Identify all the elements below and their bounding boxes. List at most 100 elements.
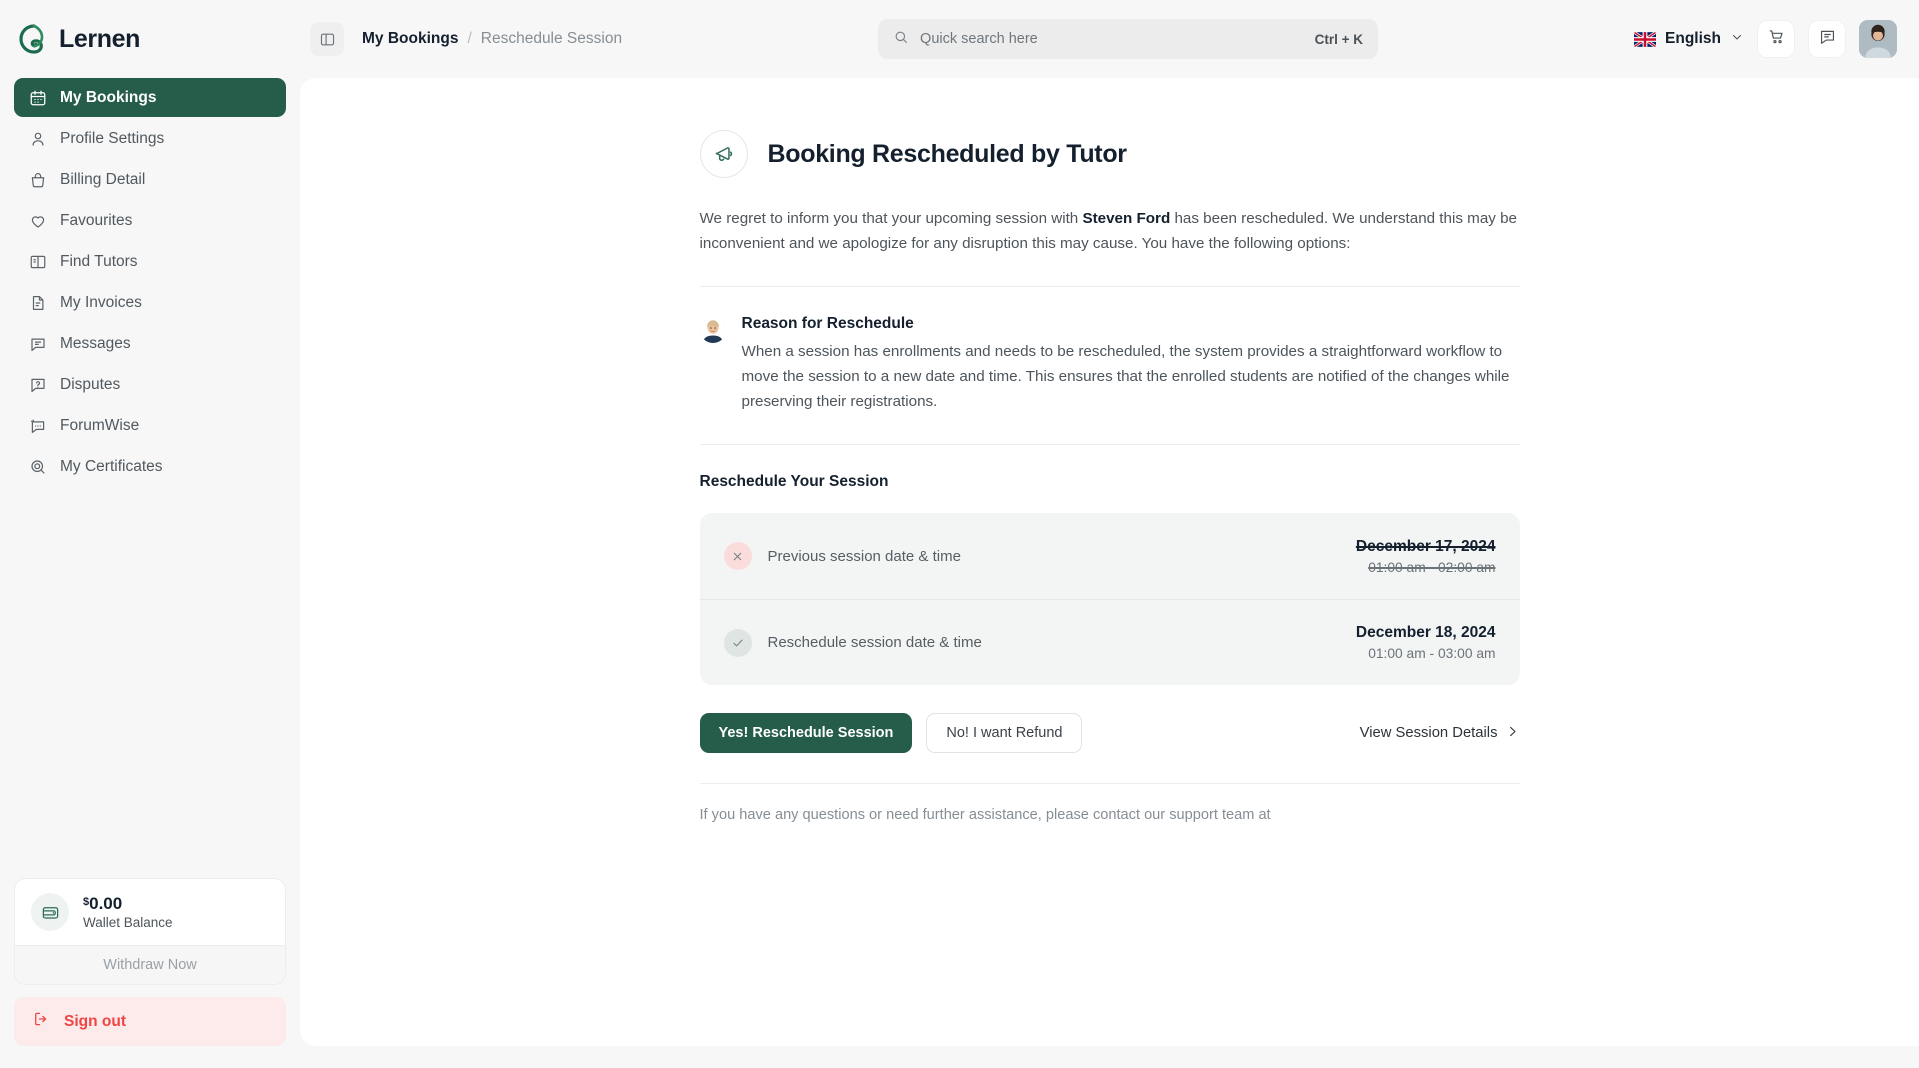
brand-name: Lernen [59,25,140,54]
page-title: Booking Rescheduled by Tutor [768,140,1127,169]
slot-list: Previous session date & time December 17… [700,513,1520,685]
sidebar-item-label: Profile Settings [60,130,164,148]
view-session-details-label: View Session Details [1360,725,1498,741]
sidebar-item-label: Favourites [60,212,132,230]
slot-date: December 17, 2024 [1356,538,1496,556]
book-open-icon [28,252,47,271]
sidebar-item-find-tutors[interactable]: Find Tutors [14,242,286,281]
chevron-down-icon [1730,30,1744,49]
user-icon [28,129,47,148]
wallet-label: Wallet Balance [83,915,173,930]
chevron-right-icon [1505,724,1520,743]
sidebar-item-disputes[interactable]: Disputes [14,365,286,404]
page-header: Booking Rescheduled by Tutor [700,130,1520,178]
language-selector[interactable]: English [1634,30,1744,49]
main-area: My Bookings / Reschedule Session Quick s… [300,0,1919,1068]
sidebar-item-label: Disputes [60,376,120,394]
leaf-swirl-logo-icon [18,23,50,55]
slot-row-new: Reschedule session date & time December … [700,599,1520,685]
bag-icon [28,170,47,189]
reason-block: Reason for Reschedule When a session has… [700,315,1520,414]
wallet-summary: $0.00 Wallet Balance [15,879,285,945]
dispute-icon [28,375,47,394]
uk-flag-icon [1634,32,1656,47]
content-card: Booking Rescheduled by Tutor We regret t… [300,78,1919,1046]
breadcrumb: My Bookings / Reschedule Session [362,30,622,48]
chat-button[interactable] [1808,20,1846,58]
wallet-value: 0.00 [89,894,122,913]
slot-datetime: December 17, 2024 01:00 am - 02:00 am [1356,538,1496,575]
sidebar-item-label: Billing Detail [60,171,145,189]
reason-body: When a session has enrollments and needs… [742,340,1520,414]
breadcrumb-my-bookings[interactable]: My Bookings [362,30,458,48]
sign-out-label: Sign out [64,1013,126,1031]
lead-paragraph: We regret to inform you that your upcomi… [700,207,1520,256]
slot-label: Previous session date & time [768,548,1356,565]
sidebar-item-label: Messages [60,335,131,353]
topbar-actions: English [1634,20,1897,58]
request-refund-button[interactable]: No! I want Refund [926,713,1082,753]
check-icon [724,629,752,657]
panel-toggle-icon[interactable] [310,22,344,56]
brand[interactable]: Lernen [0,0,300,78]
language-label: English [1665,30,1721,48]
search-shortcut: Ctrl + K [1315,32,1363,47]
sidebar-footer: $0.00 Wallet Balance Withdraw Now Sign o… [0,878,300,1068]
chat-icon [1818,27,1837,51]
action-bar: Yes! Reschedule Session No! I want Refun… [700,713,1520,753]
lead-part1: We regret to inform you that your upcomi… [700,210,1083,227]
sidebar-item-label: ForumWise [60,417,139,435]
close-icon [724,542,752,570]
sidebar-item-label: My Certificates [60,458,163,476]
slot-label: Reschedule session date & time [768,634,1356,651]
wallet-currency: $ [83,896,89,908]
slot-time: 01:00 am - 03:00 am [1356,646,1496,661]
reason-title: Reason for Reschedule [742,315,1520,333]
heart-icon [28,211,47,230]
sign-out-button[interactable]: Sign out [14,997,286,1046]
sidebar-item-billing-detail[interactable]: Billing Detail [14,160,286,199]
sidebar-nav: My Bookings Profile Settings Billing Det… [0,78,300,486]
slot-time: 01:00 am - 02:00 am [1356,560,1496,575]
cart-icon [1767,27,1786,51]
invoice-icon [28,293,47,312]
sidebar-item-label: My Bookings [60,89,156,107]
view-session-details-link[interactable]: View Session Details [1360,724,1520,743]
slot-row-previous: Previous session date & time December 17… [700,513,1520,599]
user-avatar[interactable] [1859,20,1897,58]
topbar: My Bookings / Reschedule Session Quick s… [300,0,1919,78]
sidebar: Lernen My Bookings [0,0,300,1068]
slot-datetime: December 18, 2024 01:00 am - 03:00 am [1356,624,1496,661]
sidebar-item-forumwise[interactable]: ForumWise [14,406,286,445]
search-input[interactable]: Quick search here Ctrl + K [878,19,1378,59]
sidebar-item-favourites[interactable]: Favourites [14,201,286,240]
calendar-icon [28,88,47,107]
wallet-amount: $0.00 [83,894,173,914]
divider-2 [700,444,1520,445]
reschedule-session-button[interactable]: Yes! Reschedule Session [700,713,913,753]
tutor-name: Steven Ford [1082,210,1170,227]
logout-icon [32,1010,50,1033]
sidebar-item-label: Find Tutors [60,253,138,271]
tutor-avatar [700,317,726,343]
support-footer: If you have any questions or need furthe… [700,807,1520,863]
slot-date: December 18, 2024 [1356,624,1496,642]
content-inner: Booking Rescheduled by Tutor We regret t… [700,78,1520,863]
withdraw-now-button[interactable]: Withdraw Now [15,945,285,984]
search-container: Quick search here Ctrl + K [622,19,1634,59]
sidebar-item-profile-settings[interactable]: Profile Settings [14,119,286,158]
reason-text: Reason for Reschedule When a session has… [742,315,1520,414]
app-root: Lernen My Bookings [0,0,1919,1068]
divider-3 [700,783,1520,784]
forum-icon [28,416,47,435]
breadcrumb-separator: / [467,30,471,48]
sidebar-item-my-certificates[interactable]: My Certificates [14,447,286,486]
search-placeholder: Quick search here [920,31,1304,47]
sidebar-item-my-bookings[interactable]: My Bookings [14,78,286,117]
section-title: Reschedule Your Session [700,473,1520,491]
search-icon [893,29,909,50]
sidebar-item-my-invoices[interactable]: My Invoices [14,283,286,322]
megaphone-icon [700,130,748,178]
cart-button[interactable] [1757,20,1795,58]
sidebar-item-messages[interactable]: Messages [14,324,286,363]
